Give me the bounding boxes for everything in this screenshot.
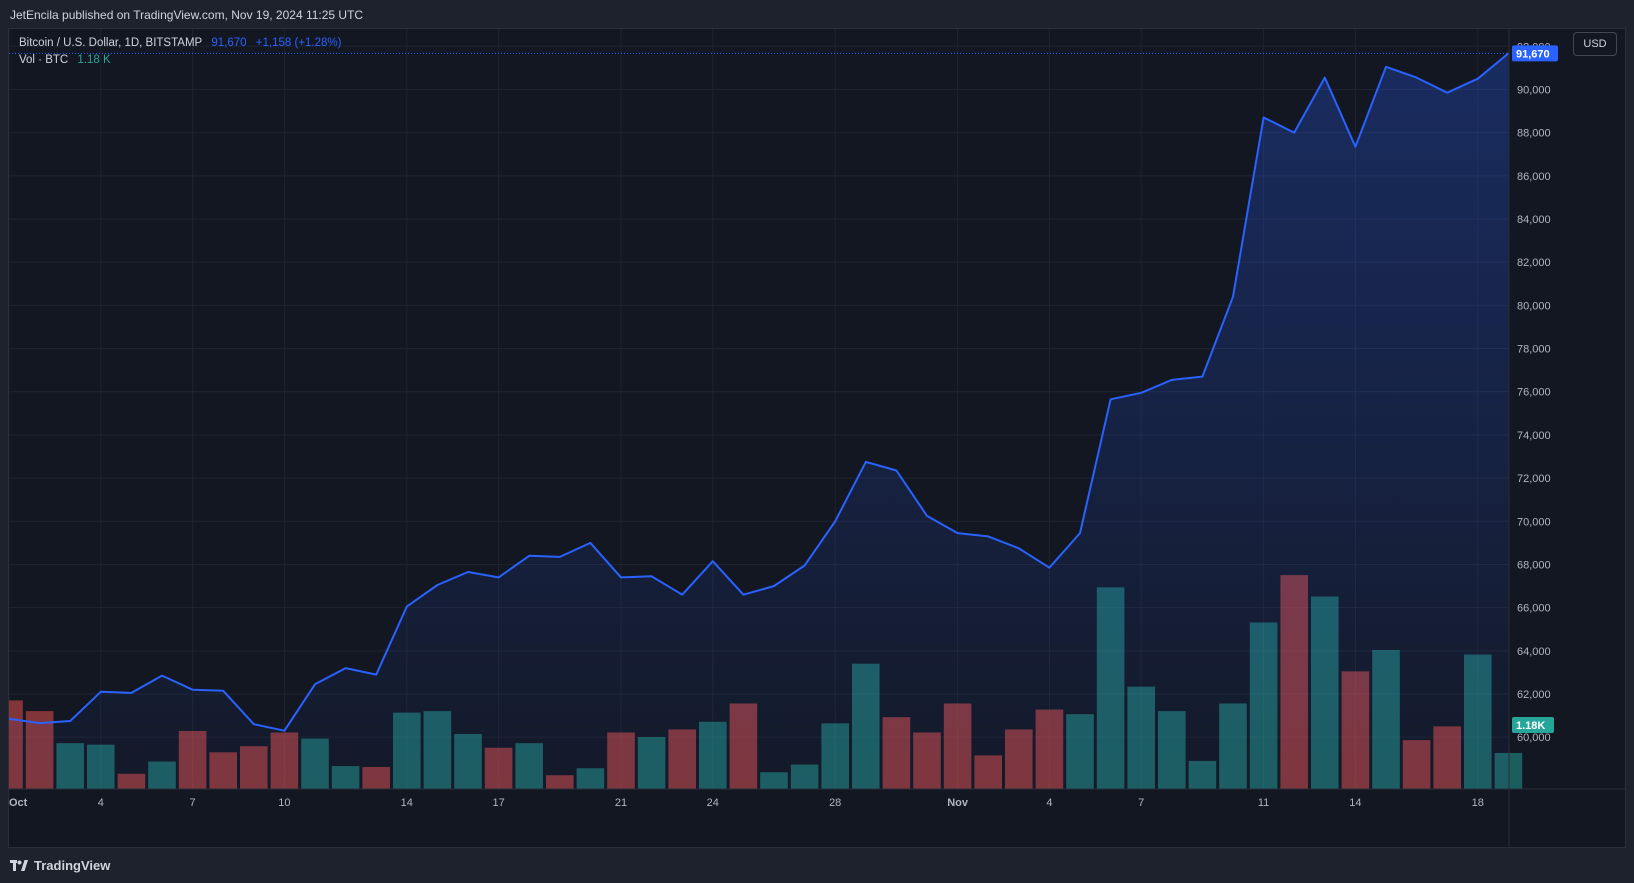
time-tick-label: 10 xyxy=(278,797,290,809)
price-tick-label: 70,000 xyxy=(1517,516,1551,528)
last-volume-badge: 1.18K xyxy=(1512,716,1554,733)
price-tick-label: 66,000 xyxy=(1517,603,1551,615)
time-tick-label: 17 xyxy=(492,797,504,809)
time-tick-label: 7 xyxy=(1138,797,1144,809)
price-tick-label: 86,000 xyxy=(1517,171,1551,183)
bottom-bar: TradingView xyxy=(0,848,1634,883)
price-tick-label: 84,000 xyxy=(1517,214,1551,226)
top-bar: JetEncila published on TradingView.com, … xyxy=(0,0,1634,28)
time-tick-label: 14 xyxy=(1349,797,1361,809)
price-tick-label: 80,000 xyxy=(1517,300,1551,312)
symbol-title[interactable]: Bitcoin / U.S. Dollar, 1D, BITSTAMP xyxy=(19,37,202,49)
last-price-value: 91,670 xyxy=(211,37,247,49)
price-tick-label: 72,000 xyxy=(1517,473,1551,485)
currency-button[interactable]: USD xyxy=(1573,32,1617,56)
price-axis[interactable]: 60,000 62,000 64,000 66,000 68,000 70,000 72,0… xyxy=(1517,41,1551,744)
time-tick-label: 7 xyxy=(190,797,196,809)
price-tick-label: 78,000 xyxy=(1517,344,1551,356)
price-tick-label: 88,000 xyxy=(1517,128,1551,140)
price-tick-label: 90,000 xyxy=(1517,84,1551,96)
time-tick-label: 28 xyxy=(829,797,841,809)
price-change-value: +1,158 (+1.28%) xyxy=(255,37,342,49)
time-axis[interactable]: Oct 4 7 10 14 17 21 24 28 Nov 4 7 11 14 18 xyxy=(9,797,1484,809)
publisher-info: JetEncila published on TradingView.com, … xyxy=(10,8,364,22)
time-tick-label: 21 xyxy=(615,797,627,809)
price-chart[interactable]: 60,000 62,000 64,000 66,000 68,000 70,000 72,0… xyxy=(9,29,1625,847)
chart-area[interactable]: 60,000 62,000 64,000 66,000 68,000 70,000 72,0… xyxy=(8,28,1626,848)
tradingview-logo[interactable]: TradingView xyxy=(10,858,110,873)
time-tick-label: 18 xyxy=(1472,797,1484,809)
volume-label[interactable]: Vol · BTC xyxy=(19,54,68,66)
volume-value: 1.18 K xyxy=(77,54,111,66)
time-tick-label: 14 xyxy=(401,797,413,809)
price-tick-label: 60,000 xyxy=(1517,732,1551,744)
time-tick-label: Nov xyxy=(947,797,969,809)
price-tick-label: 62,000 xyxy=(1517,689,1551,701)
time-tick-label: 24 xyxy=(707,797,719,809)
price-tick-label: 68,000 xyxy=(1517,559,1551,571)
last-price-badge: 91,670 xyxy=(1512,45,1558,62)
price-tick-label: 64,000 xyxy=(1517,646,1551,658)
chart-legend: Bitcoin / U.S. Dollar, 1D, BITSTAMP 91,6… xyxy=(19,35,347,69)
price-tick-label: 74,000 xyxy=(1517,430,1551,442)
brand-name: TradingView xyxy=(34,858,111,873)
time-tick-label: 4 xyxy=(1046,797,1052,809)
tradingview-logo-icon xyxy=(10,859,28,871)
volume-legend-row: Vol · BTC 1.18 K xyxy=(19,52,347,69)
time-tick-label: Oct xyxy=(9,797,28,809)
time-tick-label: 4 xyxy=(98,797,104,809)
price-tick-label: 82,000 xyxy=(1517,257,1551,269)
price-legend-row: Bitcoin / U.S. Dollar, 1D, BITSTAMP 91,6… xyxy=(19,35,347,52)
last-price-badge-label: 91,670 xyxy=(1516,48,1550,60)
time-tick-label: 11 xyxy=(1258,797,1269,809)
last-volume-badge-label: 1.18K xyxy=(1516,720,1545,732)
price-area-fill xyxy=(9,53,1509,789)
price-tick-label: 76,000 xyxy=(1517,387,1551,399)
